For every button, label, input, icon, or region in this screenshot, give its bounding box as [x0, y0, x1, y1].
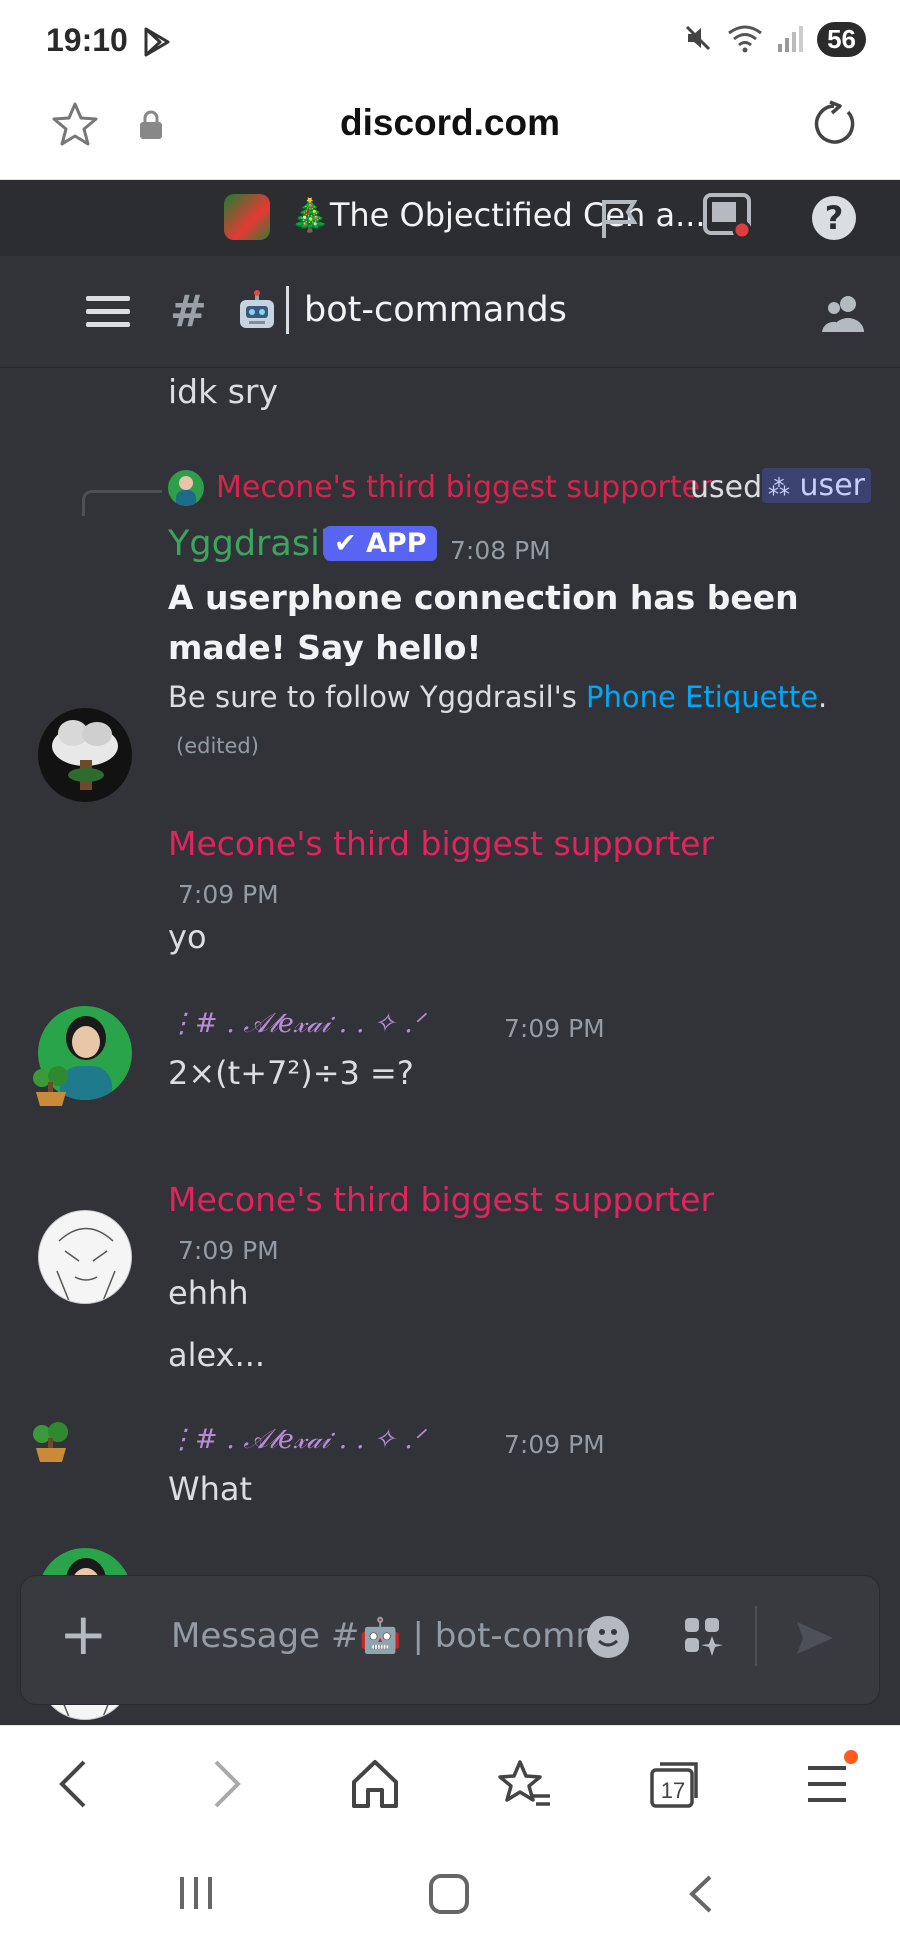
username[interactable]: ⋮# . 𝒜𝓁𝑒𝓍𝒶𝒾 . . ✧ .ᐟ — [168, 1008, 424, 1040]
notification-dot — [844, 1750, 858, 1764]
robot-emoji-icon — [236, 290, 278, 336]
phone-etiquette-link[interactable]: Phone Etiquette — [586, 680, 818, 714]
timestamp: 7:08 PM — [450, 536, 551, 565]
battery-indicator: 56 — [817, 22, 866, 57]
discord-app: 🎄The Objectified Cen a... ? # bot-comman… — [0, 180, 900, 1725]
event-flag-icon[interactable] — [598, 196, 644, 246]
etiquette-suffix: . — [818, 680, 828, 714]
guild-icon[interactable] — [224, 194, 270, 240]
channel-name[interactable]: bot-commands — [304, 290, 567, 330]
add-attachment-button[interactable]: + — [59, 1604, 108, 1664]
tabs-count: 17 — [660, 1778, 686, 1803]
send-icon[interactable] — [793, 1616, 837, 1664]
timestamp: 7:09 PM — [178, 1236, 279, 1265]
bonsai-icon — [30, 1420, 72, 1464]
username[interactable]: Mecone's third biggest supporter — [168, 1180, 714, 1219]
browser-url-bar: discord.com — [0, 84, 900, 180]
edited-label: (edited) — [176, 734, 259, 758]
username[interactable]: Mecone's third biggest supporter — [168, 824, 714, 863]
message-text: ehhh — [168, 1274, 249, 1312]
home-icon[interactable] — [350, 1756, 400, 1816]
mute-icon — [683, 23, 713, 57]
play-store-icon — [142, 26, 172, 62]
members-icon[interactable] — [822, 292, 866, 340]
username[interactable]: Yggdrasil — [168, 524, 330, 564]
message-text: alex... — [168, 1336, 266, 1374]
status-bar: 19:10 56 — [0, 0, 900, 84]
back-icon[interactable] — [54, 1756, 94, 1816]
message-text: idk sry — [168, 372, 279, 411]
help-icon[interactable]: ? — [812, 196, 856, 240]
status-time: 19:10 — [46, 22, 128, 58]
browser-bottom-nav: 17 — [0, 1725, 900, 1845]
bonsai-icon — [30, 1064, 72, 1108]
wifi-icon — [727, 23, 763, 57]
message-text: What — [168, 1470, 253, 1508]
separator — [286, 286, 289, 334]
avatar[interactable] — [38, 708, 132, 802]
recent-apps-icon[interactable] — [176, 1873, 216, 1917]
message-text: yo — [168, 918, 207, 956]
message-list: idk sry Mecone's third biggest supporter… — [0, 368, 900, 1725]
timestamp: 7:09 PM — [504, 1430, 605, 1459]
command-name: user — [799, 468, 865, 503]
app-badge-label: APP — [366, 528, 427, 559]
channel-header: # bot-commands — [0, 256, 900, 368]
system-nav-bar — [0, 1845, 900, 1950]
reply-used-text: used — [690, 470, 763, 505]
command-mention[interactable]: ⁂ user — [762, 468, 871, 503]
reply-username[interactable]: Mecone's third biggest supporter — [216, 470, 712, 505]
signal-icon — [777, 24, 804, 56]
avatar[interactable] — [38, 1210, 132, 1304]
url-text[interactable]: discord.com — [0, 102, 900, 144]
apps-icon[interactable] — [681, 1614, 725, 1662]
check-icon: ✔ — [334, 528, 357, 559]
reply-avatar — [168, 470, 204, 506]
apps-icon: ⁂ — [768, 476, 790, 501]
bot-message-line: A userphone connection has been — [168, 578, 799, 617]
guild-header: 🎄The Objectified Cen a... ? — [0, 180, 900, 256]
tabs-icon[interactable]: 17 — [648, 1756, 702, 1816]
bot-message-line: made! Say hello! — [168, 628, 482, 667]
etiquette-prefix: Be sure to follow Yggdrasil's — [168, 680, 587, 714]
forward-icon[interactable] — [206, 1756, 246, 1816]
message-composer: + Message #🤖 | bot-comm — [20, 1575, 880, 1705]
username[interactable]: ⋮# . 𝒜𝓁𝑒𝓍𝒶𝒾 . . ✧ .ᐟ — [168, 1424, 424, 1456]
home-button-icon[interactable] — [428, 1873, 470, 1919]
system-back-icon[interactable] — [686, 1873, 716, 1919]
screen-share-icon[interactable] — [702, 190, 756, 248]
reload-icon[interactable] — [808, 98, 860, 154]
reply-connector — [82, 490, 162, 516]
channel-hash-icon: # — [170, 286, 207, 337]
message-input[interactable]: Message #🤖 | bot-comm — [171, 1616, 591, 1656]
hamburger-menu-icon[interactable] — [86, 294, 130, 334]
timestamp: 7:09 PM — [504, 1014, 605, 1043]
menu-icon[interactable] — [804, 1750, 858, 1816]
bot-message-etiquette: Be sure to follow Yggdrasil's Phone Etiq… — [168, 680, 827, 714]
app-badge: ✔ APP — [324, 526, 437, 561]
bookmarks-icon[interactable] — [498, 1756, 552, 1816]
emoji-icon[interactable] — [587, 1616, 629, 1658]
message-text: 2×(t+7²)÷3 =? — [168, 1054, 414, 1092]
divider — [755, 1606, 757, 1666]
timestamp: 7:09 PM — [178, 880, 279, 909]
